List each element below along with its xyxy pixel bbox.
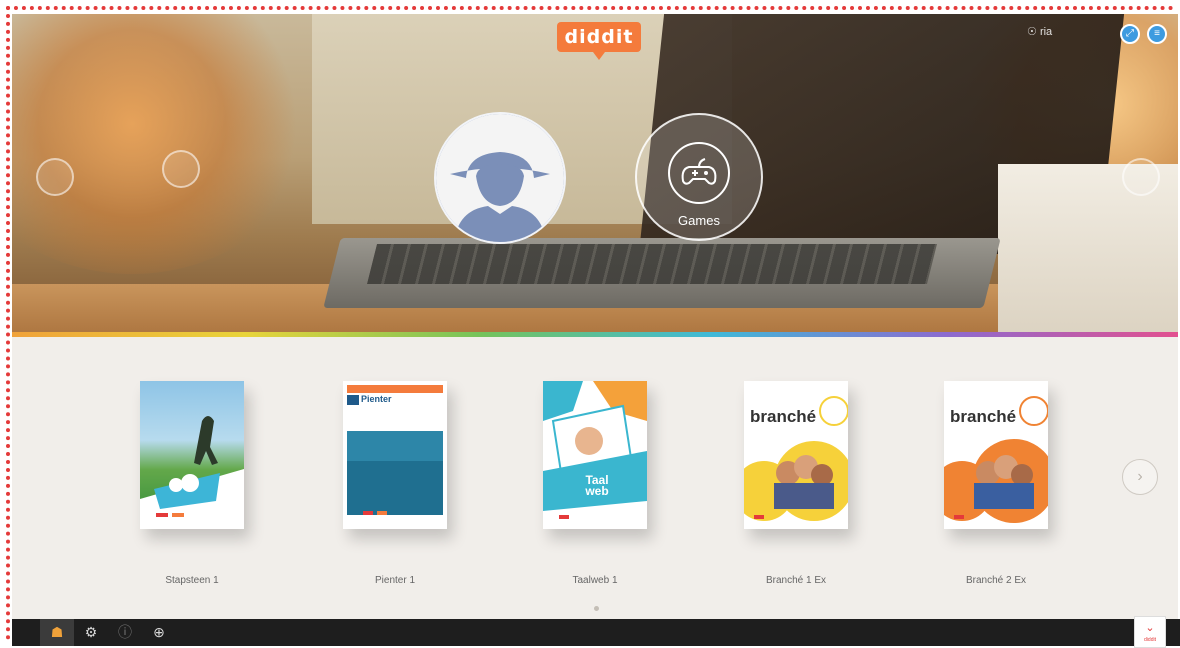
menu-button[interactable]: ≡ <box>1147 24 1167 44</box>
hero-next-button[interactable] <box>1122 158 1160 196</box>
book-taalweb-1[interactable]: Taal web <box>543 381 647 529</box>
book-stapsteen-1[interactable] <box>140 381 244 529</box>
user-icon: ☉ <box>1027 26 1037 38</box>
settings-button[interactable]: ⚙ <box>74 619 108 646</box>
book-cover-art <box>744 396 848 521</box>
book-title: Pienter 1 <box>374 575 416 586</box>
book-cover-art <box>140 416 244 529</box>
diddit-corner-button[interactable]: ⌄ diddit <box>1134 616 1166 648</box>
dotted-border-top <box>6 6 1174 10</box>
globe-icon: ⊕ <box>153 624 165 640</box>
chevron-right-icon: › <box>1137 468 1143 485</box>
book-branche-2[interactable]: branché <box>944 381 1048 529</box>
fullscreen-button[interactable]: ⤢ <box>1120 24 1140 44</box>
chevron-down-icon: ⌄ <box>1145 622 1155 634</box>
book-cover-art <box>944 396 1048 523</box>
diddit-logo[interactable]: diddit <box>557 22 641 60</box>
home-button[interactable]: ☗ <box>40 619 74 646</box>
expand-icon: ⤢ <box>1126 28 1134 39</box>
settings-icon: ⚙ <box>84 624 98 640</box>
book-cover-text: Taal web <box>585 473 609 498</box>
book-branche-1[interactable]: branché <box>744 381 848 529</box>
games-label: Games <box>678 213 720 228</box>
help-button[interactable]: ⓘ <box>108 619 142 646</box>
page-indicator[interactable] <box>594 606 599 611</box>
book-pienter-1[interactable]: Pienter <box>343 381 447 529</box>
dotted-border-left <box>6 6 10 640</box>
help-icon: ⓘ <box>118 624 132 640</box>
corner-label: diddit <box>1144 637 1156 643</box>
home-icon: ☗ <box>50 624 64 640</box>
book-title: Branché 1 Ex <box>765 575 827 586</box>
games-tile[interactable]: Games <box>635 113 763 241</box>
book-title: Branché 2 Ex <box>965 575 1027 586</box>
hero-glow-left <box>12 14 312 274</box>
profile-tile[interactable] <box>434 112 566 244</box>
book-cover-text: branché <box>950 407 1017 426</box>
book-title: Stapsteen 1 <box>165 575 219 586</box>
book-cover-art <box>347 385 443 515</box>
hero-prev-button[interactable] <box>36 158 74 196</box>
book-cover-text: Pienter <box>361 394 392 404</box>
hero-secondary-button[interactable] <box>162 150 200 188</box>
shelf-next-button[interactable]: › <box>1122 459 1158 495</box>
globe-button[interactable]: ⊕ <box>142 619 176 646</box>
user-silhouette-icon <box>436 114 564 242</box>
user-menu[interactable]: ☉ ria <box>1027 25 1052 38</box>
list-icon: ≡ <box>1154 28 1160 39</box>
user-name: ria <box>1039 26 1053 38</box>
hero-keyboard <box>367 244 937 284</box>
taskbar: ☗ ⚙ ⓘ ⊕ <box>12 619 1180 646</box>
book-cover-art <box>543 381 647 529</box>
app-frame: diddit ☉ ria ⤢ ≡ Games Stapsteen 1 Pient… <box>0 0 1180 648</box>
book-cover-text: branché <box>750 407 817 426</box>
book-title: Taalweb 1 <box>572 575 618 586</box>
